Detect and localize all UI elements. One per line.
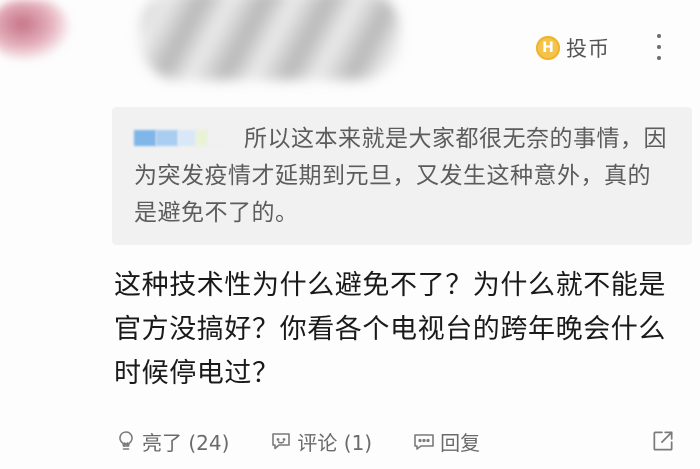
comment-button[interactable]: 评论 (1) (269, 427, 372, 456)
blurred-username (140, 0, 400, 80)
blurred-user-header (0, 0, 420, 95)
quoted-reply: 所以这本来就是大家都很无奈的事情，因为突发疫情才延期到元旦，又发生这种意外，真的… (112, 107, 692, 245)
like-button[interactable]: 亮了 (24) (114, 427, 229, 456)
quoted-text: 所以这本来就是大家都很无奈的事情，因为突发疫情才延期到元旦，又发生这种意外，真的… (134, 126, 667, 226)
reply-label: 回复 (440, 430, 481, 455)
share-icon[interactable] (650, 428, 676, 454)
reply-bubble-icon (414, 434, 434, 450)
comment-card: H 投币 所以这本来就是大家都很无奈的事情，因为突发疫情才延期到元旦，又发生这种… (0, 0, 700, 469)
comment-body: 这种技术性为什么避免不了？为什么就不能是官方没搞好？你看各个电视台的跨年晚会什么… (114, 270, 666, 389)
reply-button[interactable]: 回复 (412, 427, 480, 456)
coin-icon: H (536, 36, 560, 60)
action-bar: 亮了 (24) 评论 (1) 回复 (114, 424, 694, 458)
coin-button[interactable]: H 投币 (536, 33, 610, 63)
coin-label: 投币 (566, 37, 610, 61)
comment-label: 评论 (1) (297, 430, 373, 455)
like-label: 亮了 (24) (142, 430, 230, 455)
blurred-avatar (0, 0, 70, 60)
lightbulb-icon (119, 431, 133, 450)
comment-bubble-icon (272, 433, 291, 450)
more-vertical-icon[interactable] (655, 34, 663, 60)
